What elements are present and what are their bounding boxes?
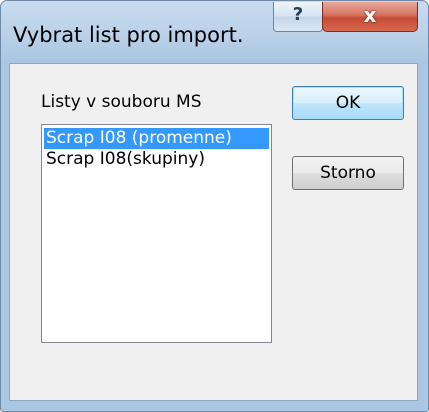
sheet-list-item[interactable]: Scrap I08(skupiny) — [44, 149, 205, 170]
title-bar[interactable]: Vybrat list pro import. ? x — [1, 1, 428, 63]
window-title: Vybrat list pro import. — [13, 23, 244, 47]
ok-button[interactable]: OK — [292, 86, 404, 120]
cancel-button-label: Storno — [320, 163, 376, 183]
ok-button-label: OK — [335, 93, 361, 113]
question-mark-icon: ? — [292, 4, 304, 25]
sheet-listbox[interactable]: Scrap I08 (promenne) Scrap I08(skupiny) — [41, 124, 272, 343]
cancel-button[interactable]: Storno — [292, 156, 404, 190]
sheet-list-label: Listy v souboru MS — [41, 92, 202, 112]
help-button[interactable]: ? — [273, 2, 323, 32]
close-button[interactable]: x — [322, 2, 418, 32]
close-x-icon: x — [363, 3, 377, 27]
dialog-window: Vybrat list pro import. ? x Listy v soub… — [0, 0, 429, 412]
dialog-body: Listy v souboru MS Scrap I08 (promenne) … — [9, 63, 418, 401]
sheet-list-item-selected[interactable]: Scrap I08 (promenne) — [44, 128, 269, 149]
